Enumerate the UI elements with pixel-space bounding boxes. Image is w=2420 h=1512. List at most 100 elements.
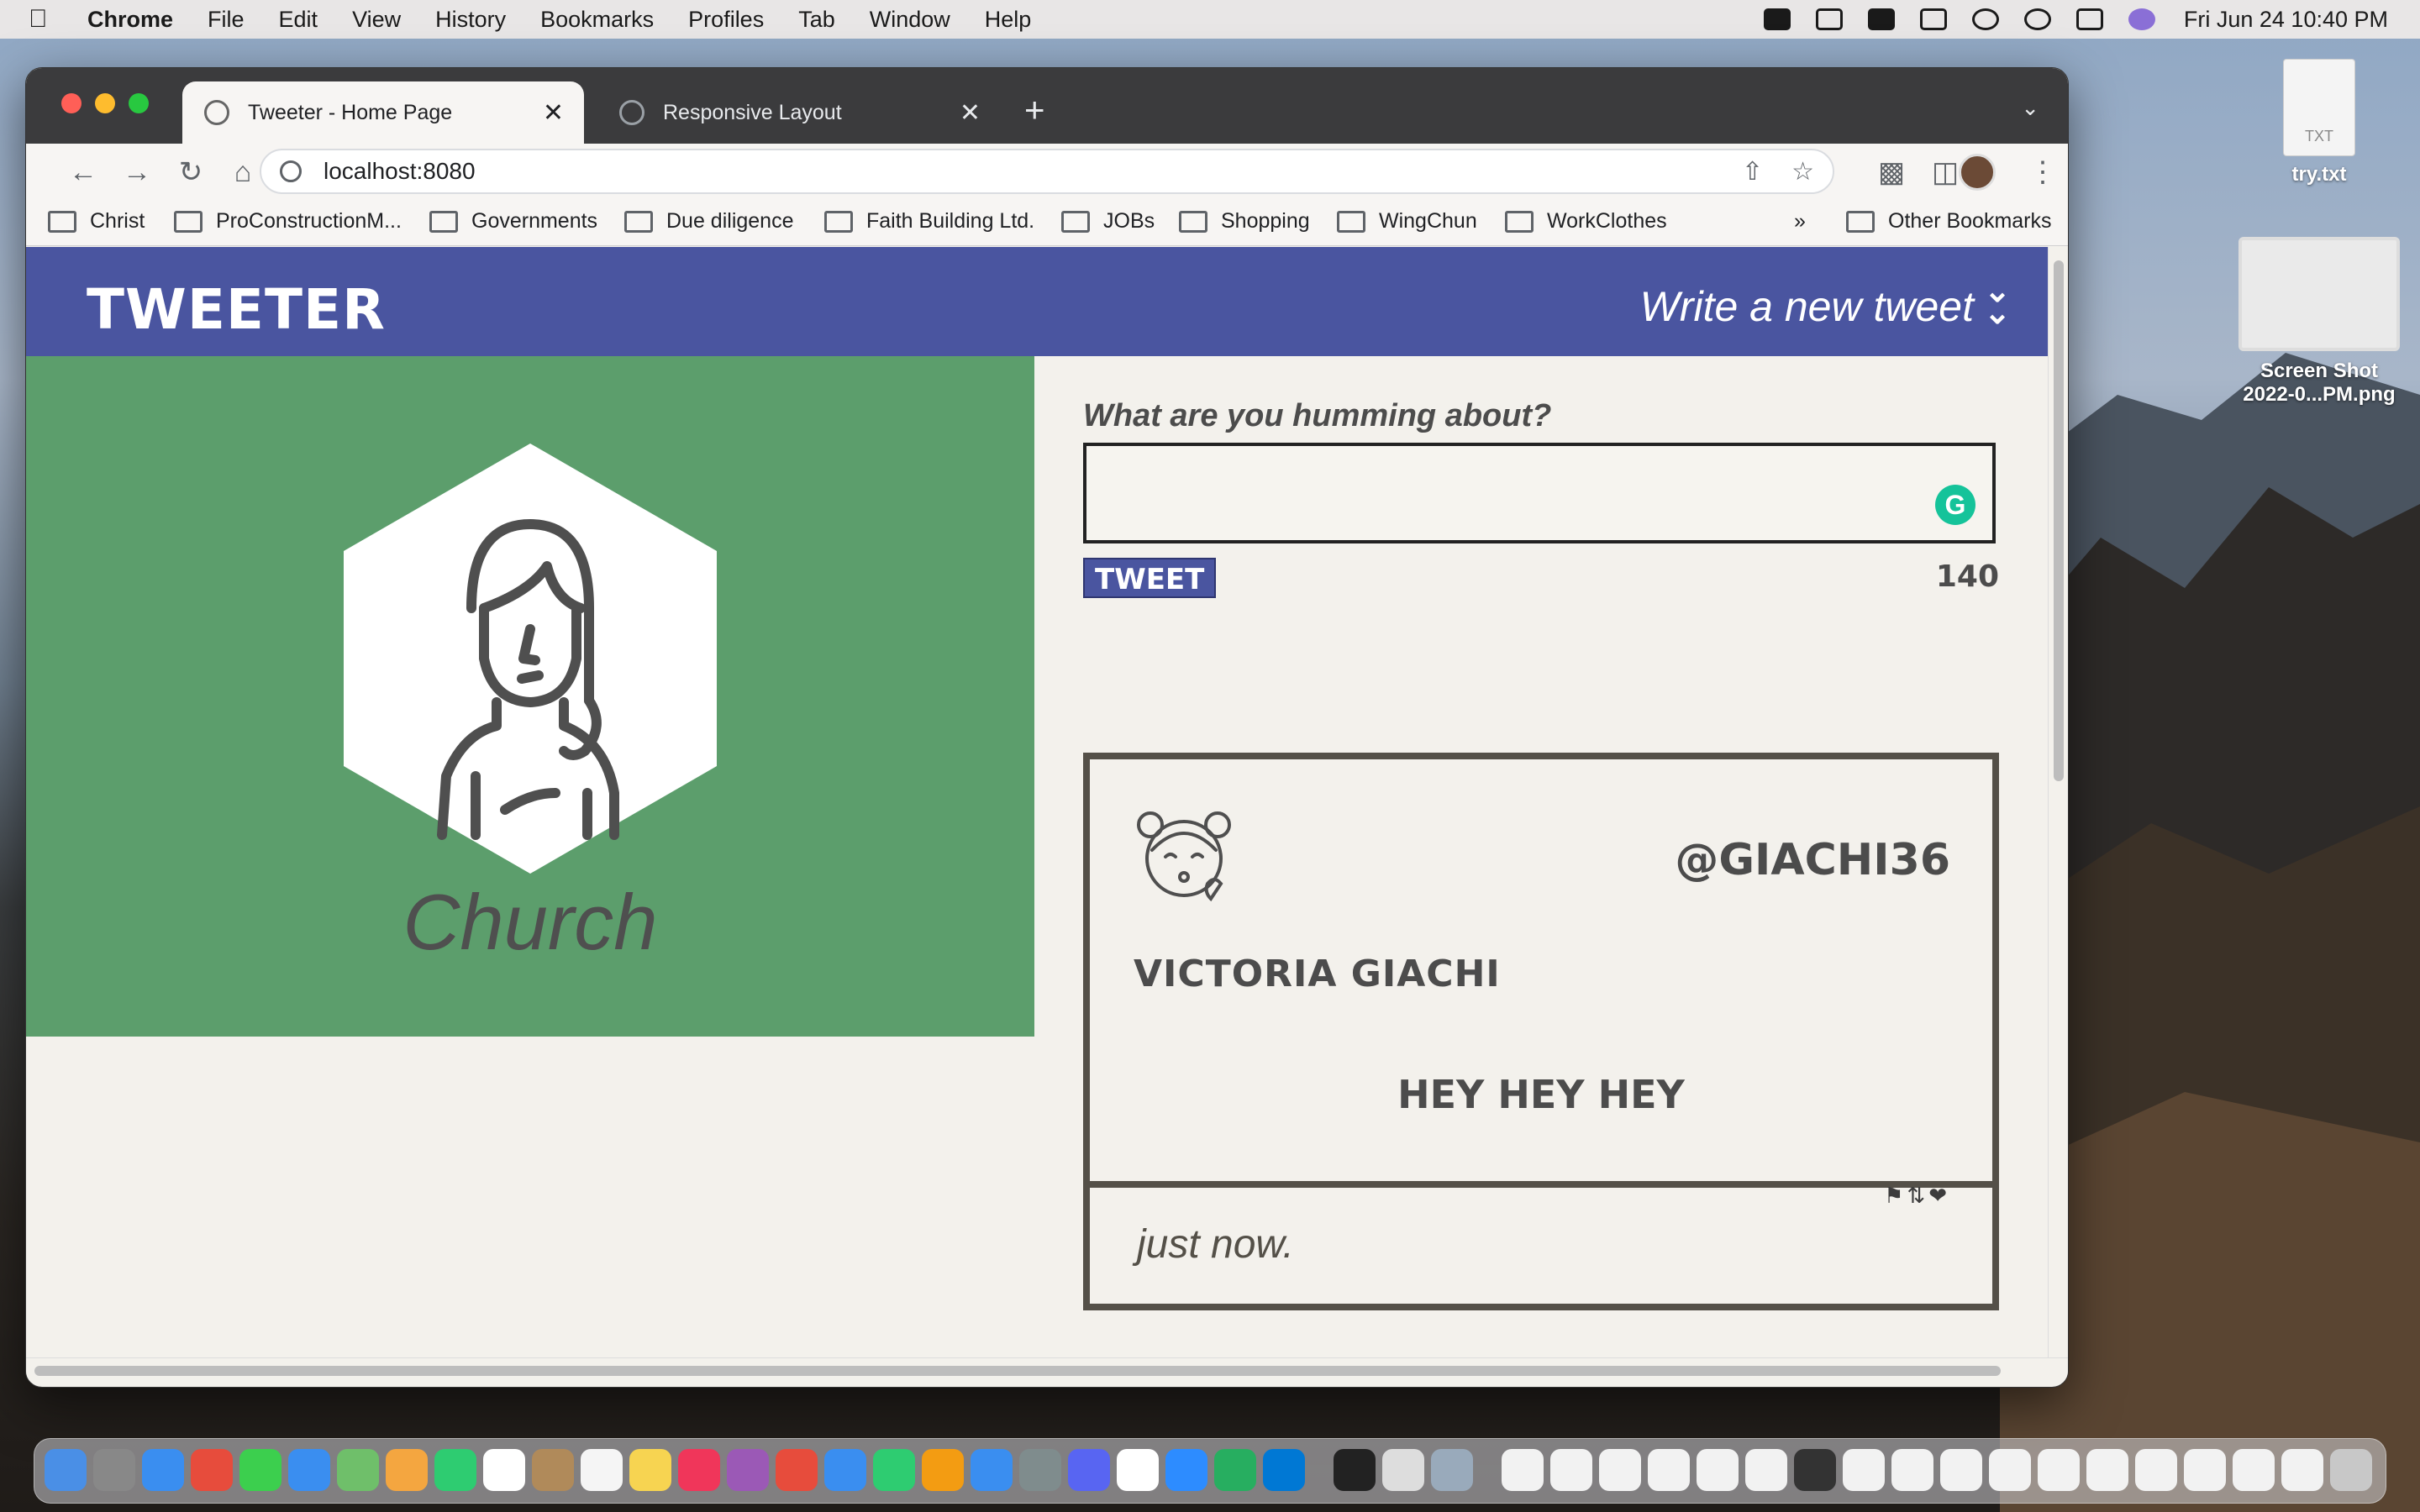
menu-tab[interactable]: Tab	[798, 7, 835, 33]
extensions-icon[interactable]: ▩	[1871, 152, 1912, 192]
bookmark-wingchun[interactable]: WingChun	[1337, 209, 1477, 234]
minimized-window-icon[interactable]	[1989, 1449, 2031, 1491]
url-text[interactable]: localhost:8080	[324, 158, 476, 185]
tab-search-chevron-icon[interactable]: ⌄	[2021, 95, 2039, 121]
battery-icon[interactable]	[1919, 8, 1947, 30]
safari-icon[interactable]	[142, 1449, 184, 1491]
other-bookmarks[interactable]: Other Bookmarks	[1846, 209, 2052, 234]
siri-icon[interactable]	[2128, 8, 2155, 30]
home-button[interactable]: ⌂	[223, 152, 263, 192]
numbers-icon[interactable]	[873, 1449, 915, 1491]
minimized-window-icon[interactable]	[2281, 1449, 2323, 1491]
facetime-icon[interactable]	[434, 1449, 476, 1491]
calendar-icon[interactable]	[483, 1449, 525, 1491]
close-tab-icon[interactable]: ✕	[960, 98, 981, 128]
finder-icon[interactable]	[45, 1449, 87, 1491]
minimized-window-icon[interactable]	[1745, 1449, 1787, 1491]
shield-icon[interactable]	[1815, 8, 1843, 30]
tweet-button[interactable]: TWEET	[1083, 558, 1217, 598]
vscode-icon[interactable]	[1263, 1449, 1305, 1491]
photos-icon[interactable]	[386, 1449, 428, 1491]
chat-icon[interactable]	[1214, 1449, 1256, 1491]
menu-profiles[interactable]: Profiles	[688, 7, 764, 33]
share-icon[interactable]: ⇧	[1742, 157, 1763, 186]
bookmark-star-icon[interactable]: ☆	[1791, 157, 1814, 186]
bookmark-christ[interactable]: Christ	[48, 209, 145, 234]
new-tab-button[interactable]: +	[1024, 92, 1045, 128]
grammarly-icon[interactable]: G	[1935, 485, 1975, 525]
discord-icon[interactable]	[1068, 1449, 1110, 1491]
horizontal-scrollbar[interactable]	[26, 1357, 2068, 1383]
mail-icon[interactable]	[288, 1449, 330, 1491]
zoom-icon[interactable]	[1165, 1449, 1207, 1491]
close-tab-icon[interactable]: ✕	[543, 98, 564, 128]
spotlight-icon[interactable]	[2023, 8, 2051, 30]
preview-icon[interactable]	[1431, 1449, 1473, 1491]
kebab-menu-icon[interactable]: ⋮	[2023, 152, 2063, 192]
bookmark-governments[interactable]: Governments	[429, 209, 597, 234]
retweet-icon[interactable]: ⇅	[1907, 1183, 1925, 1209]
launchpad-icon[interactable]	[93, 1449, 135, 1491]
tweet-textarea[interactable]: G	[1083, 443, 1996, 543]
contacts-icon[interactable]	[532, 1449, 574, 1491]
bookmark-due-diligence[interactable]: Due diligence	[624, 209, 794, 234]
minimized-window-icon[interactable]	[2135, 1449, 2177, 1491]
video-icon[interactable]	[1763, 8, 1791, 30]
menu-bookmarks[interactable]: Bookmarks	[540, 7, 654, 33]
minimized-window-icon[interactable]	[2184, 1449, 2226, 1491]
minimized-window-icon[interactable]	[2086, 1449, 2128, 1491]
control-center-icon[interactable]	[2075, 8, 2103, 30]
horizontal-scroll-thumb[interactable]	[34, 1366, 2001, 1376]
maps-icon[interactable]	[337, 1449, 379, 1491]
zoom-window-button[interactable]	[129, 93, 149, 113]
close-window-button[interactable]	[61, 93, 82, 113]
address-bar[interactable]: localhost:8080 ⇧ ☆	[260, 149, 1834, 194]
minimized-window-icon[interactable]	[1891, 1449, 1933, 1491]
minimized-window-icon[interactable]	[1599, 1449, 1641, 1491]
flag-icon[interactable]: ⚑	[1884, 1183, 1903, 1209]
keynote-icon[interactable]	[824, 1449, 866, 1491]
menu-view[interactable]: View	[352, 7, 401, 33]
minimized-window-icon[interactable]	[1843, 1449, 1885, 1491]
bookmark-faith-building[interactable]: Faith Building Ltd.	[824, 209, 1034, 234]
menu-history[interactable]: History	[435, 7, 506, 33]
app-store-icon[interactable]	[971, 1449, 1013, 1491]
minimized-window-icon[interactable]	[1550, 1449, 1592, 1491]
slack-icon[interactable]	[1117, 1449, 1159, 1491]
forward-button[interactable]: →	[117, 152, 157, 192]
tab-tweeter[interactable]: Tweeter - Home Page ✕	[182, 81, 584, 144]
back-button[interactable]: ←	[63, 152, 103, 192]
site-logo[interactable]: TWEETER	[87, 277, 386, 342]
news-icon[interactable]	[776, 1449, 818, 1491]
minimized-window-icon[interactable]	[1648, 1449, 1690, 1491]
profile-avatar[interactable]	[1959, 154, 1996, 191]
menu-app-name[interactable]: Chrome	[87, 7, 173, 33]
minimized-window-icon[interactable]	[1940, 1449, 1982, 1491]
textedit-icon[interactable]	[1382, 1449, 1424, 1491]
menu-help[interactable]: Help	[985, 7, 1032, 33]
wifi-icon[interactable]	[1971, 8, 1999, 30]
music-icon[interactable]	[678, 1449, 720, 1491]
minimized-window-icon[interactable]	[1697, 1449, 1739, 1491]
site-info-icon[interactable]	[280, 160, 302, 182]
double-chevron-down-icon[interactable]: ⌄ ⌄	[1984, 276, 2011, 329]
write-new-tweet-link[interactable]: Write a new tweet	[1640, 282, 1974, 331]
reload-button[interactable]: ↻	[171, 152, 211, 192]
tab-responsive-layout[interactable]: Responsive Layout ✕	[597, 81, 1001, 144]
reminders-icon[interactable]	[581, 1449, 623, 1491]
input-source-icon[interactable]	[1867, 8, 1895, 30]
vertical-scrollbar[interactable]	[2048, 247, 2068, 1357]
bookmark-shopping[interactable]: Shopping	[1179, 209, 1310, 234]
trash-icon[interactable]	[2330, 1449, 2372, 1491]
menu-window[interactable]: Window	[870, 7, 950, 33]
bookmark-proconstruction[interactable]: ProConstructionM...	[174, 209, 402, 234]
messages-icon[interactable]	[239, 1449, 281, 1491]
menu-clock[interactable]: Fri Jun 24 10:40 PM	[2184, 7, 2388, 33]
minimized-window-icon[interactable]	[1502, 1449, 1544, 1491]
notes-icon[interactable]	[629, 1449, 671, 1491]
pages-icon[interactable]	[922, 1449, 964, 1491]
menu-edit[interactable]: Edit	[279, 7, 318, 33]
minimized-window-icon[interactable]	[1794, 1449, 1836, 1491]
heart-icon[interactable]: ❤	[1928, 1183, 1947, 1209]
vertical-scroll-thumb[interactable]	[2054, 260, 2064, 781]
